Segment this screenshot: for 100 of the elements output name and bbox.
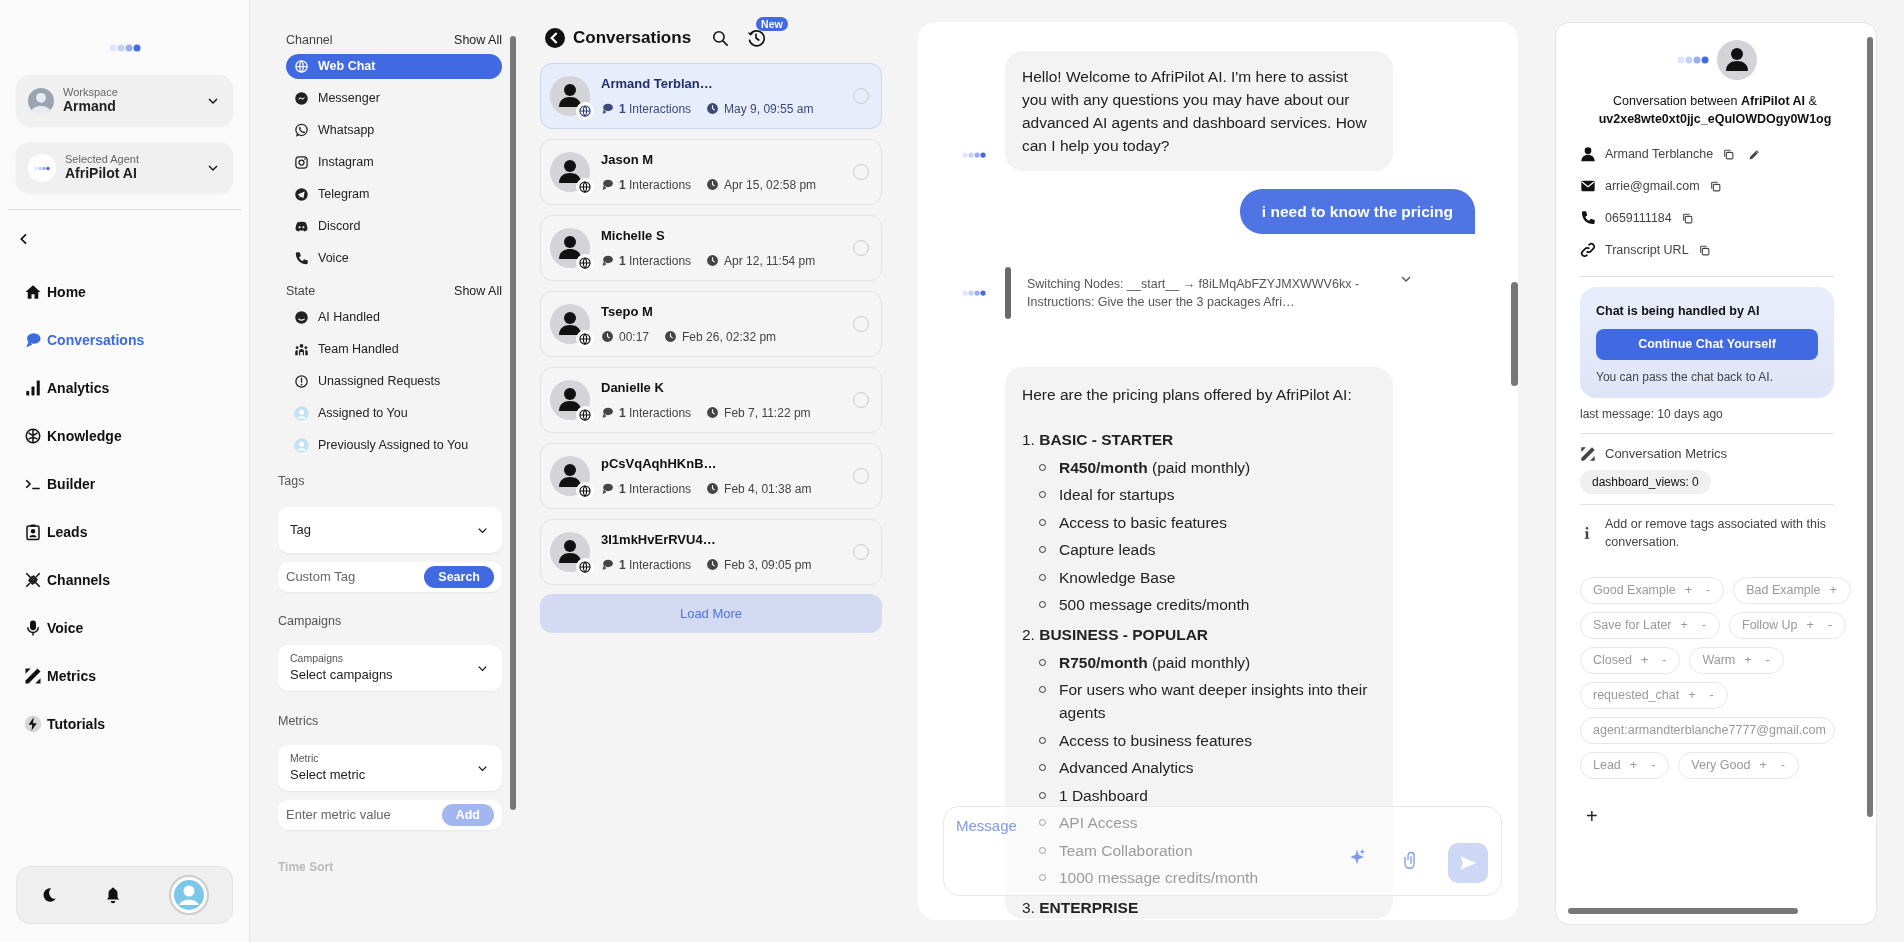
plan-heading: 3. ENTERPRISE	[1022, 898, 1140, 919]
tag-label: Good Example	[1593, 582, 1676, 600]
continue-chat-button[interactable]: Continue Chat Yourself	[1596, 328, 1818, 360]
scrollbar[interactable]	[510, 36, 516, 810]
contact-name: 3I1mkHvErRVU4…	[601, 531, 717, 550]
nav-item[interactable]: Analytics	[16, 364, 233, 412]
select-value: Select metric	[290, 765, 366, 784]
contact-name: Jason M	[601, 151, 654, 170]
nav-item[interactable]: Voice	[16, 604, 233, 652]
conversation-card[interactable]: Jason M 1 Interactions Apr 15, 02:58 pm	[540, 139, 882, 205]
search-button[interactable]: Search	[424, 565, 494, 589]
interaction-count: 1 Interactions	[619, 176, 692, 194]
copy-icon[interactable]	[1722, 147, 1736, 161]
scrollbar[interactable]	[1867, 37, 1873, 817]
copy-icon[interactable]	[1708, 179, 1722, 193]
bot-avatar-icon	[962, 151, 986, 159]
section-label: Metrics	[278, 713, 320, 730]
list-item: For users who want deeper insights into their agents	[1059, 680, 1369, 724]
nav-item[interactable]: Channels	[16, 556, 233, 604]
contact-name: Danielle K	[601, 379, 665, 398]
text-field[interactable]: Custom Tag	[286, 567, 416, 587]
select-value: Select campaigns	[290, 665, 393, 684]
contact-detail: arrie@gmail.com	[1605, 177, 1700, 195]
nav-item[interactable]: Home	[16, 268, 233, 316]
avatar-icon	[550, 380, 590, 420]
filter-item[interactable]: Previously Assigned to You	[286, 433, 502, 458]
search-icon[interactable]	[711, 28, 731, 48]
filter-item[interactable]: AI Handled	[286, 305, 502, 330]
filter-item[interactable]: Whatsapp	[286, 118, 502, 143]
telegram-icon	[294, 187, 309, 202]
filter-item[interactable]: Team Handled	[286, 337, 502, 362]
add-tag-button[interactable]: +	[1580, 801, 1604, 832]
filter-item[interactable]: Voice	[286, 246, 502, 271]
filter-item[interactable]: Telegram	[286, 182, 502, 207]
history-icon[interactable]	[746, 28, 767, 49]
tag-select[interactable]: Tag	[278, 507, 502, 553]
conversation-card[interactable]: Armand Terblan… 1 Interactions May 9, 09:55 am	[540, 63, 882, 129]
copy-icon[interactable]	[1697, 243, 1711, 257]
message-field[interactable]: Message	[956, 815, 1036, 841]
list-item: Ideal for startups	[1059, 485, 1175, 506]
nav-item[interactable]: Knowledge	[16, 412, 233, 460]
list-item: Knowledge Base	[1059, 567, 1176, 588]
list-item: 500 message credits/month	[1059, 595, 1250, 616]
conversation-card[interactable]: pCsVqAqhHKnB… 1 Interactions Feb 4, 01:38 am	[540, 443, 882, 509]
scrollbar[interactable]	[1511, 282, 1518, 386]
smiley-icon	[294, 310, 309, 325]
agent-selector[interactable]: Selected Agent AfriPilot AI	[16, 142, 233, 193]
chat-icon	[601, 178, 614, 192]
filter-item[interactable]: Assigned to You	[286, 401, 502, 426]
back-icon[interactable]	[545, 28, 565, 48]
nav-item[interactable]: Tutorials	[16, 700, 233, 748]
filter-item[interactable]: Discord	[286, 214, 502, 239]
instagram-icon	[294, 155, 309, 170]
avatar-icon[interactable]	[168, 875, 209, 915]
chat-icon	[601, 482, 614, 496]
filter-item[interactable]: Web Chat	[286, 54, 502, 79]
show-all-link[interactable]: Show All	[454, 281, 502, 301]
conversation-card[interactable]: Michelle S 1 Interactions Apr 12, 11:54 pm	[540, 215, 882, 281]
section-label: Time Sort	[278, 859, 335, 876]
avatar-icon	[294, 406, 309, 421]
conversation-card[interactable]: Danielle K 1 Interactions Feb 7, 11:22 pm	[540, 367, 882, 433]
contact-name: Armand Terblan…	[601, 75, 714, 94]
globe-icon	[576, 558, 594, 576]
globe-icon	[576, 178, 594, 196]
nav-item[interactable]: Builder	[16, 460, 233, 508]
nav-item[interactable]: Conversations	[16, 316, 233, 364]
tag-label: Follow Up	[1742, 617, 1798, 635]
select-label: Metric	[290, 751, 320, 765]
bar-chart-icon	[24, 379, 42, 397]
id-badge-icon	[24, 523, 42, 541]
filter-item[interactable]: Instagram	[286, 150, 502, 175]
filter-item[interactable]: Messenger	[286, 86, 502, 111]
clock-icon	[664, 330, 678, 344]
conversation-card[interactable]: 3I1mkHvErRVU4… 1 Interactions Feb 3, 09:05 pm	[540, 519, 882, 585]
timestamp: Apr 15, 02:58 pm	[724, 176, 817, 194]
pencil-icon[interactable]	[1748, 147, 1762, 161]
globe-icon	[576, 102, 594, 120]
timestamp: Feb 26, 02:32 pm	[682, 328, 777, 346]
list-item: Team Collaboration	[1059, 840, 1193, 861]
scrollbar[interactable]	[1568, 908, 1798, 914]
campaign-select[interactable]: Campaigns Select campaigns	[278, 645, 502, 691]
section-label: State	[286, 282, 316, 300]
show-all-link[interactable]: Show All	[454, 30, 502, 50]
custom-tag-field[interactable]: Custom Tag Search	[278, 562, 502, 592]
conversation-card[interactable]: Tsepo M 00:17 Feb 26, 02:32 pm	[540, 291, 882, 357]
phone-icon	[294, 251, 309, 266]
chat-icon	[601, 406, 614, 420]
contact-detail: Transcript URL	[1605, 241, 1689, 259]
list-item: Access to basic features	[1059, 512, 1227, 533]
nav-item[interactable]: Leads	[16, 508, 233, 556]
text-field[interactable]: Enter metric value	[286, 805, 416, 825]
metric-select[interactable]: Metric Select metric	[278, 745, 502, 791]
copy-icon[interactable]	[1680, 211, 1694, 225]
globe-icon	[576, 482, 594, 500]
team-icon	[294, 342, 309, 357]
sparkle-icon[interactable]	[1348, 848, 1366, 866]
tag-label: requested_chat	[1593, 687, 1680, 705]
nav-item[interactable]: Metrics	[16, 652, 233, 700]
filter-item[interactable]: Unassigned Requests	[286, 369, 502, 394]
workspace-selector[interactable]: Workspace Armand	[16, 75, 233, 126]
